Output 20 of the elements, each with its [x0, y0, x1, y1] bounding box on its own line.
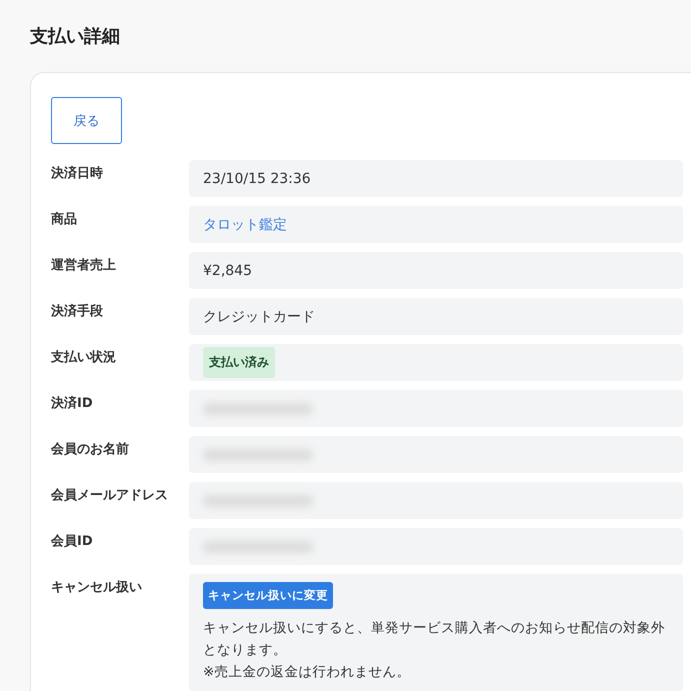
field-label: 商品 [51, 210, 78, 229]
note-text: キャンセル扱いにすると、単発サービス購入者へのお知らせ配信の対象外となります。 [203, 619, 666, 660]
field-label: 運営者売上 [51, 257, 117, 275]
field-value: ¥2,845 [203, 262, 252, 278]
field-label: 会員のお名前 [51, 441, 130, 459]
field-value: クレジットカード [203, 308, 315, 326]
field-label: 支払い状況 [51, 349, 117, 367]
cancel-button[interactable]: キャンセル扱いに変更 [203, 582, 333, 609]
field-value: 23/10/15 23:36 [203, 170, 311, 186]
field-label: 会員ID [51, 533, 94, 551]
status-badge: 支払い済み [203, 347, 275, 378]
field-label: 決済日時 [51, 164, 104, 183]
field-label: 決済ID [51, 394, 94, 413]
field-label: 決済手段 [51, 302, 104, 321]
page-title: 支払い詳細 [30, 25, 121, 48]
product-link[interactable]: タロット鑑定 [203, 216, 287, 234]
field-label: 会員メールアドレス [51, 487, 169, 505]
field-label: キャンセル扱い [51, 579, 143, 597]
back-button[interactable]: 戻る [51, 97, 122, 144]
note-text: ※売上金の返金は行われません。 [203, 663, 410, 682]
